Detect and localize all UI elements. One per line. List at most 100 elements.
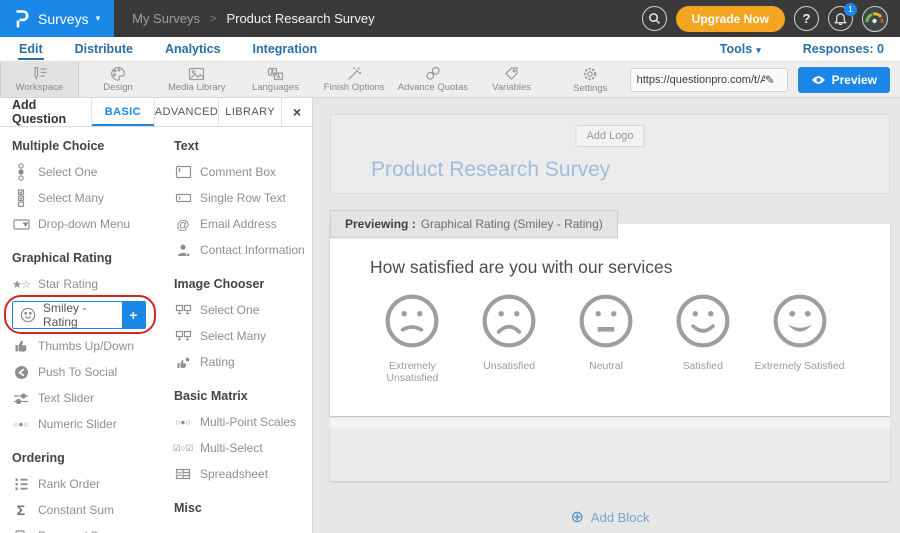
toolbar-design[interactable]: Design [79, 62, 158, 97]
smiley-option-extremely-unsatisfied[interactable]: Extremely Unsatisfied [364, 292, 461, 384]
qtype-image-select-one[interactable]: Select One [174, 297, 312, 323]
tag-icon [504, 66, 519, 81]
previewing-tab: Previewing : Graphical Rating (Smiley - … [330, 210, 618, 238]
tab-library[interactable]: LIBRARY [219, 98, 282, 126]
smiley-icon [19, 307, 37, 323]
qtype-drag-and-drop[interactable]: Drag and Drop [12, 523, 170, 533]
qtype-text-slider[interactable]: Text Slider [12, 385, 170, 411]
qtype-comment-box[interactable]: Comment Box [174, 159, 312, 185]
drag-drop-icon [12, 529, 30, 533]
help-button[interactable]: ? [794, 6, 819, 31]
toolbar-languages[interactable]: Languages [236, 62, 315, 97]
qtype-numeric-slider[interactable]: ○●○ Numeric Slider [12, 411, 170, 437]
block-footer-area [330, 429, 890, 481]
block-footer-strip [330, 416, 890, 429]
tab-analytics[interactable]: Analytics [164, 39, 222, 60]
smiley-option-unsatisfied[interactable]: Unsatisfied [461, 292, 558, 384]
chain-links-icon [425, 66, 441, 81]
qtype-select-many[interactable]: Select Many [12, 185, 170, 211]
question-text[interactable]: How satisfied are you with our services [370, 257, 890, 278]
image-rating-icon [174, 356, 192, 369]
qtype-spreadsheet[interactable]: Spreadsheet [174, 461, 312, 487]
thumb-icon [12, 338, 30, 354]
toolbar-workspace[interactable]: Workspace [0, 62, 79, 97]
tab-edit[interactable]: Edit [18, 39, 44, 60]
upgrade-now-button[interactable]: Upgrade Now [676, 6, 785, 32]
smiley-neutral-icon [577, 292, 635, 350]
tab-advanced[interactable]: ADVANCED [155, 98, 220, 126]
add-block-label: Add Block [591, 510, 650, 525]
survey-nav-right: Tools▾ Responses: 0 [720, 42, 884, 56]
account-avatar[interactable] [862, 6, 888, 32]
toolbar-finish-options[interactable]: Finish Options [315, 62, 394, 97]
qtype-constant-sum[interactable]: Σ Constant Sum [12, 497, 170, 523]
brand-menu[interactable]: Surveys ▾ [0, 0, 114, 37]
tab-basic[interactable]: BASIC [92, 98, 155, 126]
responses-count[interactable]: Responses: 0 [803, 42, 884, 56]
tools-menu[interactable]: Tools▾ [720, 42, 761, 56]
survey-url-input[interactable] [637, 74, 765, 86]
radio-stack-icon [12, 163, 30, 181]
smiley-big-smile-icon [771, 292, 829, 350]
section-basic-matrix: Basic Matrix [174, 389, 312, 403]
qtype-smiley-rating-selected[interactable]: Smiley - Rating + [12, 301, 146, 329]
sidebar-body: Multiple Choice Select One Select Many [0, 127, 312, 533]
eye-icon [811, 75, 826, 85]
qtype-rank-order[interactable]: Rank Order [12, 471, 170, 497]
image-pair-icon [174, 330, 192, 342]
qtype-email-address[interactable]: @ Email Address [174, 211, 312, 237]
plus-circle-icon: ⊕ [571, 507, 584, 527]
survey-nav: Edit Distribute Analytics Integration To… [0, 37, 900, 62]
spreadsheet-icon [174, 468, 192, 480]
section-misc: Misc [174, 501, 312, 515]
close-sidebar-button[interactable]: × [282, 98, 312, 126]
qtype-multi-point-scales[interactable]: ○●○ Multi-Point Scales [174, 409, 312, 435]
image-icon [188, 67, 205, 81]
qtype-single-row-text[interactable]: Single Row Text [174, 185, 312, 211]
qtype-contact-information[interactable]: Contact Information [174, 237, 312, 263]
share-icon [12, 365, 30, 380]
tab-distribute[interactable]: Distribute [74, 39, 134, 60]
edit-url-icon[interactable]: ✎ [765, 73, 775, 87]
tab-integration[interactable]: Integration [252, 39, 319, 60]
add-question-title: Add Question [0, 98, 92, 126]
search-button[interactable] [642, 6, 667, 31]
survey-nav-tabs: Edit Distribute Analytics Integration [18, 39, 318, 60]
qtype-dropdown-menu[interactable]: Drop-down Menu [12, 211, 170, 237]
qtype-image-rating[interactable]: Rating [174, 349, 312, 375]
question-block: Previewing : Graphical Rating (Smiley - … [330, 224, 890, 481]
numeric-slider-icon: ○●○ [12, 419, 30, 429]
breadcrumb-parent[interactable]: My Surveys [132, 11, 200, 26]
toolbar-media-library[interactable]: Media Library [157, 62, 236, 97]
slider-icon [12, 392, 30, 405]
smiley-option-neutral[interactable]: Neutral [558, 292, 655, 384]
section-text: Text [174, 139, 312, 153]
qtype-star-rating[interactable]: ★☆ Star Rating [12, 271, 170, 297]
smiley-option-extremely-satisfied[interactable]: Extremely Satisfied [751, 292, 848, 384]
toolbar-advance-quotas[interactable]: Advance Quotas [394, 62, 473, 97]
add-logo-button[interactable]: Add Logo [575, 125, 644, 147]
previewing-label: Previewing : [345, 217, 416, 231]
add-smiley-question-button[interactable]: + [122, 301, 145, 329]
single-row-icon [174, 193, 192, 203]
add-question-sidebar: Add Question BASIC ADVANCED LIBRARY × Mu… [0, 98, 313, 533]
section-multiple-choice: Multiple Choice [12, 139, 170, 153]
qtype-select-one[interactable]: Select One [12, 159, 170, 185]
section-ordering: Ordering [12, 451, 170, 465]
questionpro-logo-icon [12, 8, 29, 30]
qtype-thumbs-up-down[interactable]: Thumbs Up/Down [12, 333, 170, 359]
toolbar-variables[interactable]: Variables [472, 62, 551, 97]
survey-title[interactable]: Product Research Survey [371, 158, 610, 182]
notifications-button[interactable]: 1 [828, 6, 853, 31]
qtype-image-select-many[interactable]: Select Many [174, 323, 312, 349]
smiley-option-satisfied[interactable]: Satisfied [654, 292, 751, 384]
toolbar-right: ✎ Preview [630, 62, 900, 97]
add-block-button[interactable]: ⊕ Add Block [330, 507, 890, 527]
sidebar-tab-bar: Add Question BASIC ADVANCED LIBRARY × [0, 98, 312, 127]
preview-button[interactable]: Preview [798, 67, 890, 93]
workspace-toolbar: Workspace Design Media Library Languag [0, 62, 900, 98]
qtype-multi-select[interactable]: ☑○☑ Multi-Select [174, 435, 312, 461]
toolbar-settings[interactable]: Settings [551, 62, 630, 97]
checkbox-stack-icon [12, 189, 30, 207]
qtype-push-to-social[interactable]: Push To Social [12, 359, 170, 385]
